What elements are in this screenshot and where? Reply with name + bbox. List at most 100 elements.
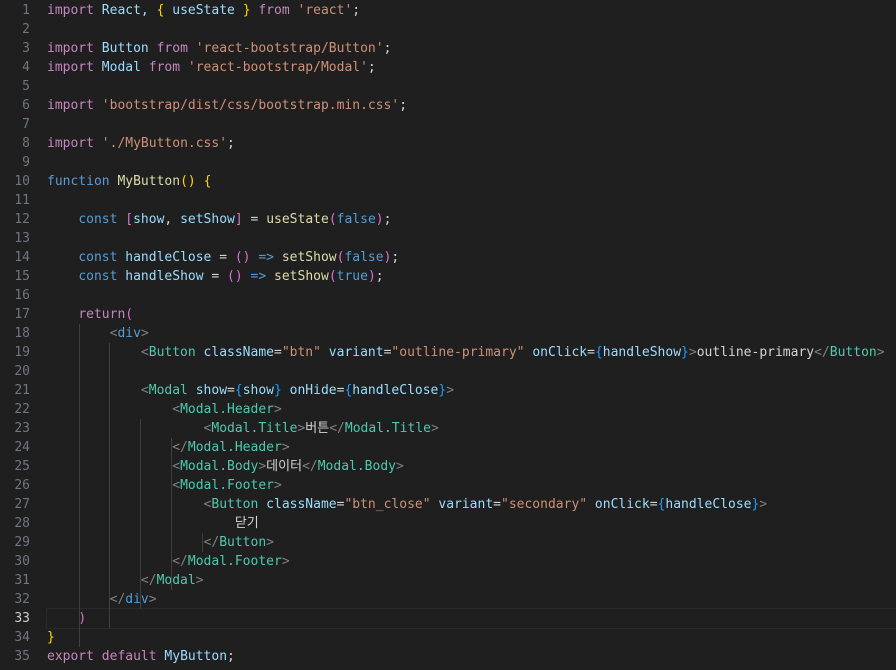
code-token: handleClose: [665, 497, 752, 512]
code-line[interactable]: 2: [0, 20, 896, 39]
code-line[interactable]: 17 return(: [0, 305, 896, 324]
code-token: </: [302, 459, 318, 474]
line-number: 13: [14, 231, 30, 246]
code-token: ;: [352, 3, 361, 18]
code-token: MyButton: [164, 649, 228, 664]
code-text: <div>: [47, 324, 896, 343]
code-line[interactable]: 3 import Button from 'react-bootstrap/But…: [0, 39, 896, 58]
code-token: onClick: [532, 345, 588, 360]
code-line[interactable]: 8 import './MyButton.css';: [0, 134, 896, 153]
code-text: }: [47, 628, 896, 647]
code-text: export default MyButton;: [47, 647, 896, 666]
code-token: {: [234, 383, 243, 398]
code-token: onHide: [289, 383, 337, 398]
code-line[interactable]: 29 </Button>: [0, 533, 896, 552]
code-token: <: [172, 459, 181, 474]
code-text: import './MyButton.css';: [47, 134, 896, 153]
line-number: 12: [14, 212, 30, 227]
code-token: "secondary": [501, 497, 588, 512]
code-token: import: [47, 41, 94, 56]
code-editor[interactable]: 1 import React, { useState } from 'react'…: [0, 0, 896, 670]
code-token: }: [242, 3, 251, 18]
code-token: =: [649, 497, 658, 512]
code-token: show: [242, 383, 274, 398]
code-line[interactable]: 9: [0, 153, 896, 172]
code-line[interactable]: 23 <Modal.Title>버튼</Modal.Title>: [0, 419, 896, 438]
code-line[interactable]: 19 <Button className="btn" variant="outl…: [0, 343, 896, 362]
code-text: <Modal show={show} onHide={handleClose}>: [47, 381, 896, 400]
code-line[interactable]: 13: [0, 229, 896, 248]
code-token: setShow: [180, 212, 235, 227]
code-token: useState: [266, 212, 329, 227]
code-token: function: [47, 174, 110, 189]
code-line[interactable]: 15 const handleShow = () => setShow(true…: [0, 267, 896, 286]
code-line[interactable]: 34}: [0, 628, 896, 647]
code-line[interactable]: 24 </Modal.Header>: [0, 438, 896, 457]
code-line[interactable]: 16: [0, 286, 896, 305]
code-token: =: [242, 212, 267, 227]
code-line[interactable]: 5: [0, 77, 896, 96]
code-token: useState: [164, 3, 243, 18]
code-line[interactable]: 1 import React, { useState } from 'react'…: [0, 1, 896, 20]
code-token: >: [396, 459, 404, 474]
code-line[interactable]: 27 <Button className="btn_close" variant…: [0, 495, 896, 514]
indent-guide: [109, 343, 110, 628]
code-text: <Modal.Header>: [47, 400, 896, 419]
line-number: 15: [14, 269, 30, 284]
code-line[interactable]: 20: [0, 362, 896, 381]
code-text: import Modal from 'react-bootstrap/Modal…: [47, 58, 896, 77]
code-line[interactable]: 4 import Modal from 'react-bootstrap/Moda…: [0, 58, 896, 77]
code-token: const: [78, 212, 118, 227]
code-token: false: [336, 212, 376, 227]
code-token: <: [172, 402, 181, 417]
code-line[interactable]: 30 </Modal.Footer>: [0, 552, 896, 571]
code-line[interactable]: 6 import 'bootstrap/dist/css/bootstrap.mi…: [0, 96, 896, 115]
code-line[interactable]: 7: [0, 115, 896, 134]
line-number: 7: [22, 117, 30, 132]
code-line[interactable]: 33 ): [0, 608, 896, 629]
code-token: >: [759, 497, 768, 512]
code-token: ;: [227, 136, 235, 151]
code-token: true: [336, 269, 368, 284]
code-line[interactable]: 25 <Modal.Body>데이터</Modal.Body>: [0, 457, 896, 476]
line-number: 8: [22, 136, 30, 151]
code-token: 'react-bootstrap/Modal': [187, 60, 368, 75]
code-text: </Button>: [47, 533, 896, 552]
code-line[interactable]: 11: [0, 191, 896, 210]
code-token: =: [227, 383, 235, 398]
code-token: 버튼: [305, 421, 330, 436]
code-text: 닫기: [47, 514, 896, 533]
code-text: import 'bootstrap/dist/css/bootstrap.min…: [47, 96, 896, 115]
code-line[interactable]: 31 </Modal>: [0, 571, 896, 590]
code-line[interactable]: 22 <Modal.Header>: [0, 400, 896, 419]
indent-guide: [79, 324, 80, 647]
code-text: function MyButton() {: [47, 172, 896, 191]
code-line[interactable]: 28 닫기: [0, 514, 896, 533]
code-token: Button: [93, 41, 157, 56]
code-line[interactable]: 21 <Modal show={show} onHide={handleClos…: [0, 381, 896, 400]
code-line[interactable]: 26 <Modal.Footer>: [0, 476, 896, 495]
code-line[interactable]: 32 </div>: [0, 590, 896, 609]
code-line[interactable]: 35 export default MyButton;: [0, 647, 896, 666]
line-number: 26: [14, 478, 30, 493]
code-line[interactable]: 10 function MyButton() {: [0, 172, 896, 191]
line-number: 34: [14, 630, 30, 645]
code-token: Modal.Header: [187, 440, 282, 455]
line-number: 25: [14, 459, 30, 474]
code-line[interactable]: 12 const [show, setShow] = useState(fals…: [0, 210, 896, 229]
code-line[interactable]: 14 const handleClose = () => setShow(fal…: [0, 248, 896, 267]
code-token: handleClose: [352, 383, 439, 398]
code-text: </Modal>: [47, 571, 896, 590]
code-token: ;: [375, 269, 384, 284]
code-line[interactable]: 18 <div>: [0, 324, 896, 343]
code-token: Modal.Title: [211, 421, 298, 436]
